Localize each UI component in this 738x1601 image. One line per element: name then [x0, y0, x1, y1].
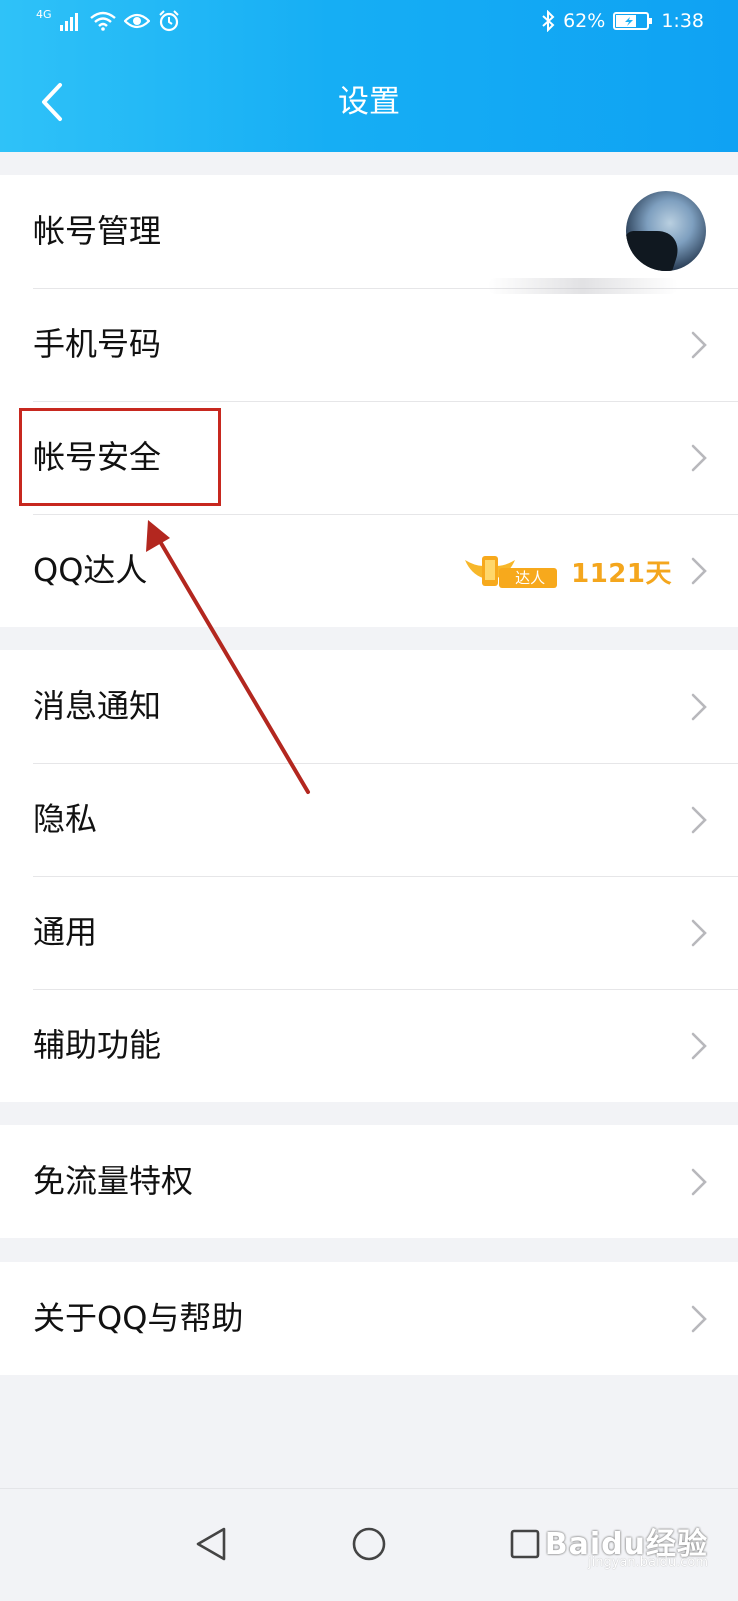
- row-notifications[interactable]: 消息通知: [0, 650, 738, 763]
- avatar: [626, 191, 706, 271]
- chevron-right-icon: [691, 331, 707, 359]
- battery-icon: [613, 12, 653, 30]
- chevron-right-icon: [691, 806, 707, 834]
- row-accessibility[interactable]: 辅助功能: [0, 989, 738, 1102]
- network-type: 4G: [36, 7, 52, 21]
- row-label: QQ达人: [33, 551, 148, 589]
- eye-icon: [123, 13, 150, 29]
- row-about-help[interactable]: 关于QQ与帮助: [0, 1262, 738, 1375]
- wifi-icon: [89, 11, 116, 31]
- row-free-data[interactable]: 免流量特权: [0, 1125, 738, 1238]
- clock: 1:38: [661, 10, 704, 32]
- highlight-box: [19, 408, 221, 506]
- row-qq-expert[interactable]: QQ达人 达人 1121天: [0, 514, 738, 627]
- signal-icon: [59, 13, 78, 31]
- nav-home-button[interactable]: [334, 1509, 404, 1579]
- chevron-right-icon: [691, 1032, 707, 1060]
- blurred-phone-shadow: [488, 278, 678, 294]
- nav-back-button[interactable]: [176, 1509, 246, 1579]
- bluetooth-icon: [542, 10, 555, 32]
- chevron-right-icon: [691, 444, 707, 472]
- chevron-right-icon: [691, 919, 707, 947]
- row-general[interactable]: 通用: [0, 876, 738, 989]
- settings-group-general: 消息通知 隐私 通用 辅助功能: [0, 650, 738, 1102]
- expert-days: 1121天: [571, 558, 672, 589]
- row-label: 隐私: [33, 800, 98, 838]
- row-privacy[interactable]: 隐私: [0, 763, 738, 876]
- row-label: 消息通知: [33, 687, 162, 725]
- chevron-right-icon: [691, 557, 707, 585]
- settings-group-data: 免流量特权: [0, 1125, 738, 1238]
- row-label: 通用: [33, 913, 98, 951]
- watermark-url: jingyan.baidu.com: [588, 1555, 708, 1570]
- watermark: Baidu经验 jingyan.baidu.com: [545, 1519, 708, 1570]
- row-label: 关于QQ与帮助: [33, 1299, 244, 1337]
- row-account-management[interactable]: 帐号管理: [0, 175, 738, 288]
- row-phone-number[interactable]: 手机号码: [0, 278, 738, 401]
- status-bar: 4G 62% 1:38: [0, 0, 738, 50]
- page-title: 设置: [338, 84, 400, 120]
- chevron-right-icon: [691, 1305, 707, 1333]
- app-header: 4G 62% 1:38 设置: [0, 0, 738, 152]
- circle-home-icon: [352, 1527, 386, 1561]
- row-label: 辅助功能: [33, 1026, 162, 1064]
- chevron-right-icon: [691, 1168, 707, 1196]
- qq-expert-badge: 达人 1121天: [463, 552, 672, 590]
- settings-group-about: 关于QQ与帮助: [0, 1262, 738, 1375]
- square-recents-icon: [510, 1529, 540, 1559]
- chevron-right-icon: [691, 693, 707, 721]
- row-label: 免流量特权: [33, 1162, 194, 1200]
- alarm-icon: [158, 10, 179, 32]
- settings-group-account: 帐号管理 手机号码 帐号安全 QQ达人 达人 1121天: [0, 175, 738, 627]
- row-label: 帐号管理: [33, 212, 162, 250]
- expert-tag-text: 达人: [515, 569, 546, 587]
- expert-wing-badge: 达人: [463, 552, 559, 590]
- battery-percent: 62%: [563, 10, 606, 32]
- system-navigation-bar: Baidu经验 jingyan.baidu.com: [0, 1488, 738, 1601]
- triangle-back-icon: [196, 1527, 226, 1561]
- row-label: 手机号码: [33, 325, 162, 363]
